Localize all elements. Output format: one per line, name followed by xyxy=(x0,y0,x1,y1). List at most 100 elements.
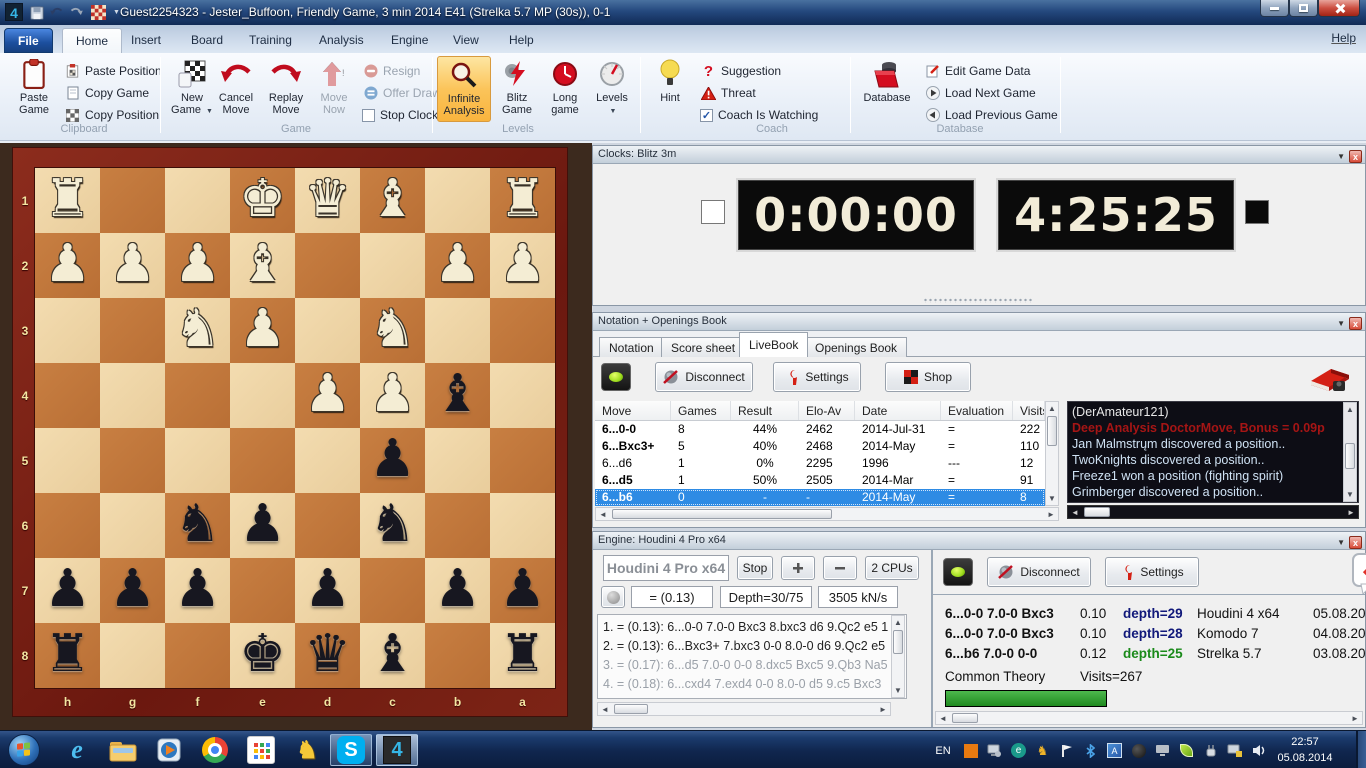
livebook-settings-button[interactable]: Settings xyxy=(773,362,861,392)
engine-panel-header[interactable]: Engine: Houdini 4 Pro x64 ▼ x xyxy=(593,532,1365,550)
tray-satellite-icon[interactable] xyxy=(1130,742,1147,759)
white-king[interactable]: ♚ xyxy=(230,168,295,233)
white-pawn[interactable]: ♟ xyxy=(425,233,490,298)
column-header-games[interactable]: Games xyxy=(671,401,731,420)
letscheck-settings-button[interactable]: Settings xyxy=(1105,557,1199,587)
scroll-thumb[interactable] xyxy=(614,704,648,714)
load-next-game-button[interactable]: Load Next Game xyxy=(924,83,1036,103)
tab-openings-book[interactable]: Openings Book xyxy=(805,337,907,357)
square-b6[interactable] xyxy=(425,493,490,558)
square-f1[interactable] xyxy=(165,168,230,233)
move-now-button[interactable]: ! Move Now xyxy=(312,56,356,122)
paste-game-button[interactable]: Paste Game xyxy=(8,56,60,122)
tray-display-icon[interactable] xyxy=(1154,742,1171,759)
black-pawn[interactable]: ♟ xyxy=(490,558,555,623)
black-rook[interactable]: ♜ xyxy=(490,623,555,688)
square-a7[interactable]: ♟ xyxy=(490,558,555,623)
square-h5[interactable] xyxy=(35,428,100,493)
cancel-move-button[interactable]: Cancel Move xyxy=(212,56,260,122)
square-f7[interactable]: ♟ xyxy=(165,558,230,623)
square-g7[interactable]: ♟ xyxy=(100,558,165,623)
scroll-thumb[interactable] xyxy=(952,713,978,723)
media-player-icon[interactable] xyxy=(148,734,190,766)
square-g8[interactable] xyxy=(100,623,165,688)
threat-button[interactable]: Threat xyxy=(700,83,756,103)
tab-analysis[interactable]: Analysis xyxy=(306,28,377,53)
engine-increase-button[interactable] xyxy=(781,556,815,580)
square-c2[interactable] xyxy=(360,233,425,298)
clocks-panel-header[interactable]: Clocks: Blitz 3m ▼ x xyxy=(593,146,1365,164)
tray-bluetooth-icon[interactable] xyxy=(1082,742,1099,759)
black-pawn[interactable]: ♟ xyxy=(360,428,425,493)
notation-panel-header[interactable]: Notation + Openings Book ▼ x xyxy=(593,313,1365,331)
tab-livebook[interactable]: LiveBook xyxy=(739,332,808,357)
letscheck-disconnect-button[interactable]: Disconnect xyxy=(987,557,1091,587)
chess-board[interactable]: ♜♚♛♝♜♟♟♟♝♟♟♞♟♞♟♟♝♟♞♟♞♟♟♟♟♟♟♜♚♛♝♜ xyxy=(35,168,555,688)
edit-game-data-button[interactable]: Edit Game Data xyxy=(924,61,1030,81)
square-h2[interactable]: ♟ xyxy=(35,233,100,298)
tab-board[interactable]: Board xyxy=(178,28,236,53)
scroll-thumb[interactable] xyxy=(612,509,832,519)
square-g1[interactable] xyxy=(100,168,165,233)
square-a1[interactable]: ♜ xyxy=(490,168,555,233)
white-knight[interactable]: ♞ xyxy=(165,298,230,363)
engine-stop-button[interactable]: Stop xyxy=(737,556,773,580)
chat-hscrollbar[interactable]: ◄ ► xyxy=(1067,505,1359,519)
load-previous-game-button[interactable]: Load Previous Game xyxy=(924,105,1058,125)
square-d3[interactable] xyxy=(295,298,360,363)
paste-position-button[interactable]: Paste Position xyxy=(64,61,162,81)
white-pawn[interactable]: ♟ xyxy=(295,363,360,428)
scroll-left-icon[interactable]: ◄ xyxy=(1068,508,1082,517)
square-d4[interactable]: ♟ xyxy=(295,363,360,428)
square-d5[interactable] xyxy=(295,428,360,493)
panel-resize-grip[interactable] xyxy=(923,298,1033,303)
tray-translator-icon[interactable]: A xyxy=(1106,742,1123,759)
scroll-thumb[interactable] xyxy=(1345,443,1355,469)
suggestion-button[interactable]: ? Suggestion xyxy=(700,61,781,81)
square-b4[interactable]: ♝ xyxy=(425,363,490,428)
database-button[interactable]: Database xyxy=(858,56,916,122)
black-pawn[interactable]: ♟ xyxy=(35,558,100,623)
panel-menu-icon[interactable]: ▼ xyxy=(1337,315,1345,332)
blitz-game-button[interactable]: Blitz Game xyxy=(494,56,540,122)
scroll-down-icon[interactable]: ▼ xyxy=(892,684,904,697)
square-b2[interactable]: ♟ xyxy=(425,233,490,298)
square-e2[interactable]: ♝ xyxy=(230,233,295,298)
black-knight[interactable]: ♞ xyxy=(360,493,425,558)
square-a5[interactable] xyxy=(490,428,555,493)
square-g3[interactable] xyxy=(100,298,165,363)
square-c4[interactable]: ♟ xyxy=(360,363,425,428)
livebook-row[interactable]: 6...d610%22951996---12 xyxy=(595,455,1045,472)
square-g4[interactable] xyxy=(100,363,165,428)
scroll-down-icon[interactable]: ▼ xyxy=(1046,492,1058,505)
white-pawn[interactable]: ♟ xyxy=(165,233,230,298)
square-h4[interactable] xyxy=(35,363,100,428)
undo-icon[interactable] xyxy=(48,4,65,21)
square-f4[interactable] xyxy=(165,363,230,428)
square-e4[interactable] xyxy=(230,363,295,428)
square-g5[interactable] xyxy=(100,428,165,493)
engine-lines-hscrollbar[interactable]: ◄ ► xyxy=(597,702,891,716)
column-header-date[interactable]: Date xyxy=(855,401,941,420)
tray-orange-app-icon[interactable] xyxy=(962,742,979,759)
resign-button[interactable]: Resign xyxy=(362,61,420,81)
column-header-evaluation[interactable]: Evaluation xyxy=(941,401,1013,420)
square-d8[interactable]: ♛ xyxy=(295,623,360,688)
square-h3[interactable] xyxy=(35,298,100,363)
scroll-thumb[interactable] xyxy=(1084,507,1110,517)
square-c1[interactable]: ♝ xyxy=(360,168,425,233)
square-e8[interactable]: ♚ xyxy=(230,623,295,688)
square-f8[interactable] xyxy=(165,623,230,688)
black-bishop[interactable]: ♝ xyxy=(360,623,425,688)
livebook-vscrollbar[interactable]: ▲ ▼ xyxy=(1045,401,1059,506)
tray-clock[interactable]: 22:57 05.08.2014 xyxy=(1266,734,1344,766)
livebook-row[interactable]: 6...d5150%25052014-Mar=91 xyxy=(595,472,1045,489)
internet-explorer-icon[interactable]: e xyxy=(56,734,98,766)
language-indicator[interactable]: EN xyxy=(930,742,956,759)
maximize-button[interactable] xyxy=(1289,0,1318,17)
square-f6[interactable]: ♞ xyxy=(165,493,230,558)
app-grid-icon[interactable] xyxy=(240,734,282,766)
engine-line[interactable]: 2. = (0.13): 6...Bxc3+ 7.bxc3 0-0 8.0-0 … xyxy=(603,637,901,656)
square-e5[interactable] xyxy=(230,428,295,493)
scroll-up-icon[interactable]: ▲ xyxy=(892,616,904,629)
